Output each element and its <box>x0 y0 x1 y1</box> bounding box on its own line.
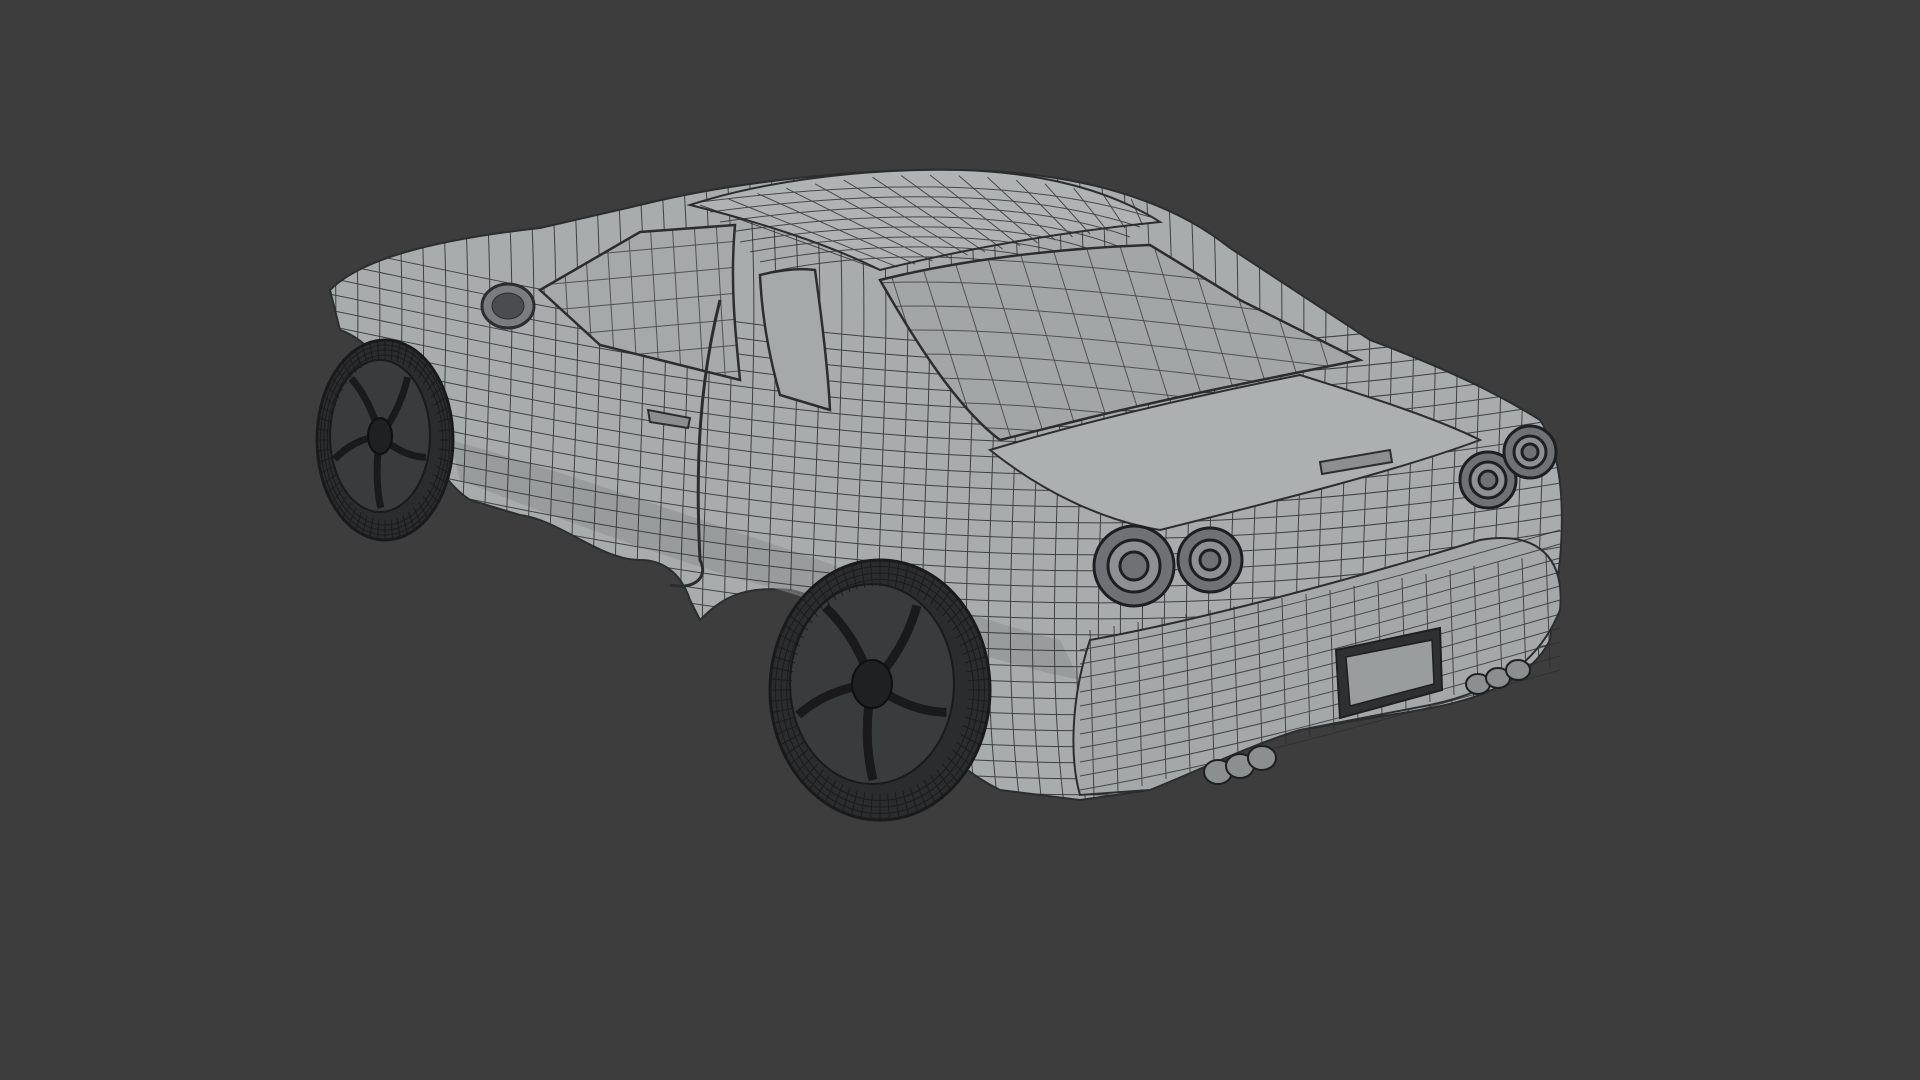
wire-edge <box>1582 160 1594 820</box>
rear-left-wheel[interactable] <box>768 558 992 822</box>
car-wireframe-model[interactable] <box>0 0 1920 1080</box>
3d-viewport[interactable] <box>0 0 1920 1080</box>
car-body[interactable] <box>300 160 1600 907</box>
tail-light-left-outer <box>1092 524 1176 608</box>
wire-edge <box>1559 169 1562 800</box>
tail-light-right-outer <box>1502 424 1558 480</box>
wire-edge <box>330 799 1562 800</box>
tail-light-left-inner <box>1176 526 1244 594</box>
wire-edge <box>330 783 1562 800</box>
front-left-wheel[interactable] <box>315 338 455 542</box>
